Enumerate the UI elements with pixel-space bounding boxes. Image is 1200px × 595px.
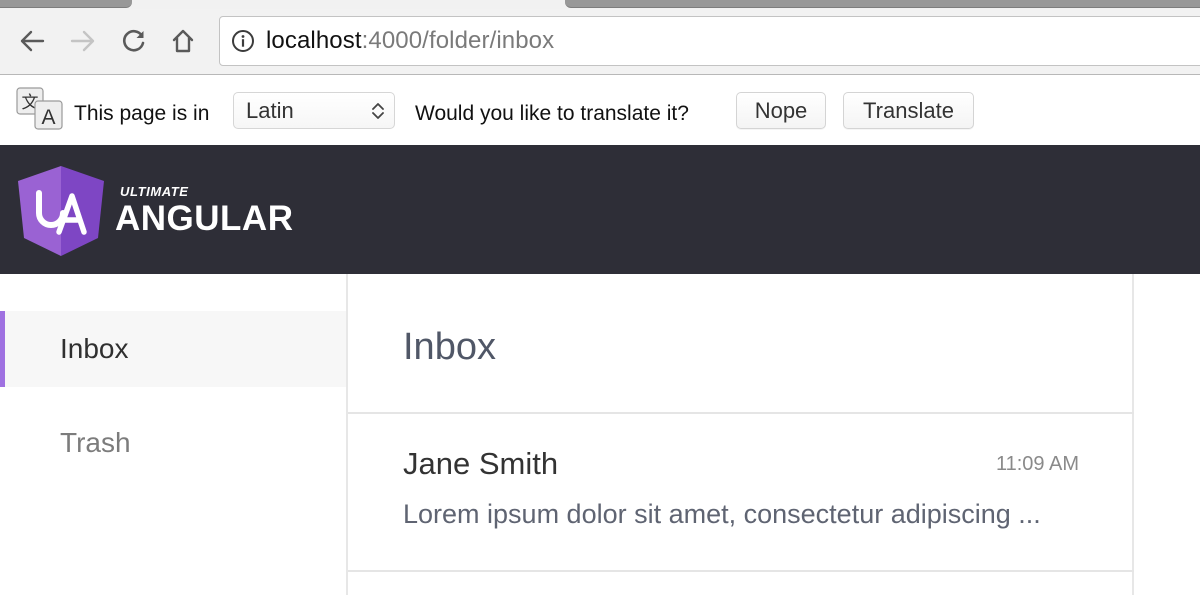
language-select-value: Latin bbox=[246, 97, 294, 123]
reload-icon bbox=[122, 29, 145, 52]
sidebar-item-label: Trash bbox=[60, 427, 131, 458]
sidebar-item-label: Inbox bbox=[60, 333, 129, 364]
arrow-right-icon bbox=[70, 30, 95, 52]
info-circle-icon[interactable] bbox=[231, 29, 255, 53]
active-indicator bbox=[0, 311, 5, 387]
translate-prefix-text: This page is in bbox=[74, 102, 210, 125]
language-select[interactable]: Latin bbox=[233, 92, 395, 129]
url-path: :4000/folder/inbox bbox=[361, 27, 555, 54]
browser-toolbar: localhost:4000/folder/inbox bbox=[0, 9, 1200, 75]
browser-tab-inactive[interactable] bbox=[565, 0, 1200, 8]
translate-question-text: Would you like to translate it? bbox=[415, 102, 689, 125]
updown-chevron-icon bbox=[372, 103, 384, 119]
page-title: Inbox bbox=[403, 326, 496, 368]
folder-sidebar: Inbox Trash bbox=[0, 274, 346, 595]
ultimate-angular-logo-icon[interactable] bbox=[18, 166, 104, 256]
translate-infobar: 文 A This page is in Latin Would you like… bbox=[0, 76, 1200, 147]
app-header: ULTIMATE ANGULAR bbox=[0, 147, 1200, 274]
message-list-item[interactable]: Jane Smith 11:09 AM Lorem ipsum dolor si… bbox=[348, 414, 1134, 570]
message-preview: Lorem ipsum dolor sit amet, consectetur … bbox=[403, 499, 1041, 529]
url-text[interactable]: localhost:4000/folder/inbox bbox=[266, 27, 554, 55]
url-host: localhost bbox=[266, 27, 362, 54]
brand-title: ANGULAR bbox=[115, 199, 294, 238]
divider bbox=[348, 570, 1134, 572]
svg-text:A: A bbox=[41, 106, 55, 129]
address-bar[interactable]: localhost:4000/folder/inbox bbox=[219, 16, 1200, 66]
message-list-pane: Inbox Jane Smith 11:09 AM Lorem ipsum do… bbox=[346, 274, 1134, 595]
translate-button[interactable]: Translate bbox=[843, 92, 974, 129]
browser-tab-strip bbox=[0, 0, 1200, 9]
home-button[interactable] bbox=[168, 23, 198, 59]
sidebar-item-trash[interactable]: Trash bbox=[0, 405, 346, 481]
home-icon bbox=[172, 29, 194, 53]
reload-button[interactable] bbox=[119, 23, 149, 59]
sidebar-item-inbox[interactable]: Inbox bbox=[0, 311, 346, 387]
forward-button[interactable] bbox=[68, 23, 98, 59]
brand-small-text: ULTIMATE bbox=[120, 184, 189, 199]
nope-button[interactable]: Nope bbox=[736, 92, 826, 129]
message-sender: Jane Smith bbox=[403, 446, 559, 481]
back-button[interactable] bbox=[17, 23, 47, 59]
browser-tab-inactive[interactable] bbox=[0, 0, 132, 8]
translate-icon: 文 A bbox=[16, 87, 63, 130]
message-time: 11:09 AM bbox=[995, 453, 1079, 475]
arrow-left-icon bbox=[20, 30, 45, 52]
